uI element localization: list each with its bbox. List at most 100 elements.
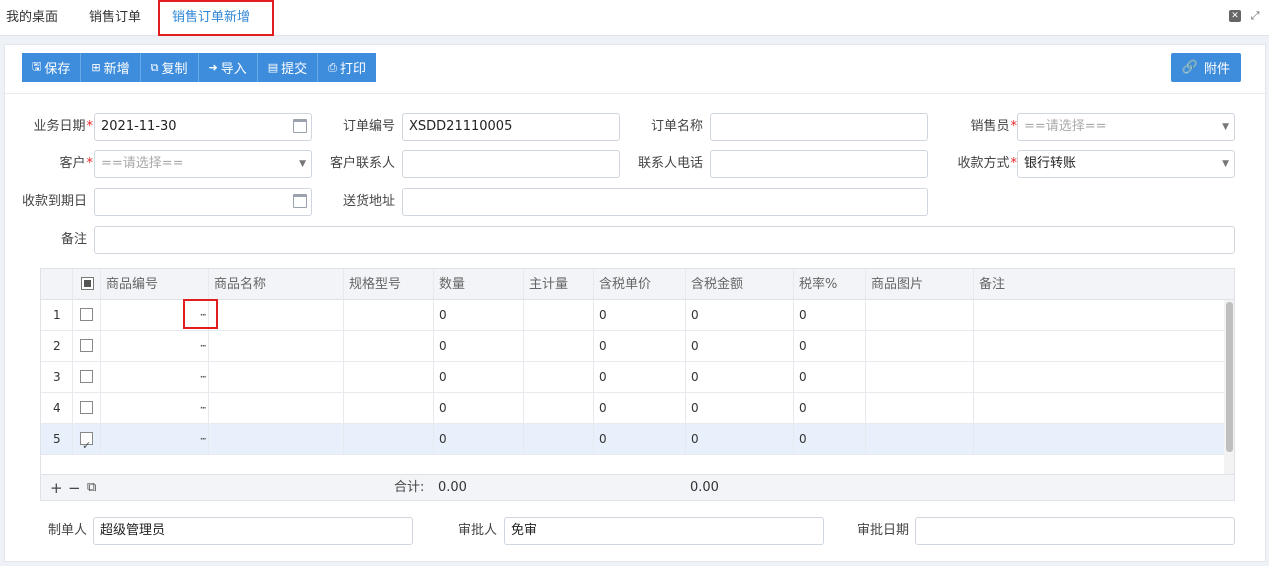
remark-cell[interactable]	[974, 393, 1224, 424]
amount-cell[interactable]: 0	[686, 331, 794, 362]
fullscreen-icon[interactable]: ⤢	[1249, 10, 1261, 22]
tax-cell[interactable]: 0	[794, 300, 866, 331]
col-tax-rate[interactable]: 税率%	[794, 269, 866, 300]
row-checkbox[interactable]	[73, 331, 101, 362]
salesman-select[interactable]: ==请选择== ▼	[1017, 113, 1235, 141]
address-field[interactable]	[402, 188, 928, 216]
goods-name-cell[interactable]	[209, 300, 344, 331]
goods-name-cell[interactable]	[209, 362, 344, 393]
save-button[interactable]: 🖫 保存	[22, 53, 82, 82]
calendar-icon[interactable]	[293, 119, 307, 133]
tax-cell[interactable]: 0	[794, 362, 866, 393]
col-qty[interactable]: 数量	[434, 269, 524, 300]
remark-cell[interactable]	[974, 331, 1224, 362]
print-button[interactable]: ⎙ 打印	[318, 53, 376, 82]
col-goods-code[interactable]: 商品编号	[101, 269, 209, 300]
col-unit[interactable]: 主计量	[524, 269, 594, 300]
price-cell[interactable]: 0	[594, 300, 686, 331]
col-remark[interactable]: 备注	[974, 269, 1224, 300]
pay-method-select[interactable]: 银行转账 ▼	[1017, 150, 1235, 178]
goods-name-cell[interactable]	[209, 331, 344, 362]
table-row[interactable]: 5 ··· 0 0 0 0	[41, 424, 1224, 461]
goods-code-cell[interactable]: ···	[101, 362, 209, 393]
image-cell[interactable]	[866, 362, 974, 393]
minus-icon[interactable]: −	[68, 479, 81, 497]
more-icon[interactable]: ···	[200, 362, 208, 393]
goods-code-cell[interactable]: ···	[101, 331, 209, 362]
tab-sales-order[interactable]: 销售订单	[83, 0, 147, 36]
close-all-icon[interactable]: ✕	[1229, 10, 1241, 22]
tax-cell[interactable]: 0	[794, 424, 866, 455]
col-amount[interactable]: 含税金额	[686, 269, 794, 300]
image-cell[interactable]	[866, 393, 974, 424]
copy-row-icon[interactable]: ⧉	[87, 479, 96, 497]
grid-scrollbar-thumb[interactable]	[1226, 302, 1233, 452]
qty-cell[interactable]: 0	[434, 424, 524, 455]
remark-field[interactable]	[94, 226, 1235, 254]
spec-cell[interactable]	[344, 424, 434, 455]
table-row[interactable]: 2 ··· 0 0 0 0	[41, 331, 1224, 362]
row-checkbox[interactable]	[73, 362, 101, 393]
price-cell[interactable]: 0	[594, 362, 686, 393]
copy-button[interactable]: ⧉ 复制	[140, 53, 199, 82]
goods-code-cell[interactable]: ···	[101, 424, 209, 455]
price-cell[interactable]: 0	[594, 424, 686, 455]
calendar-icon[interactable]	[293, 194, 307, 208]
col-price[interactable]: 含税单价	[594, 269, 686, 300]
submit-button[interactable]: ▤ 提交	[257, 53, 319, 82]
maker-field[interactable]: 超级管理员	[93, 517, 413, 545]
remark-cell[interactable]	[974, 362, 1224, 393]
table-row[interactable]: 1 ··· 0 0 0 0	[41, 300, 1224, 331]
image-cell[interactable]	[866, 331, 974, 362]
table-row[interactable]: 3 ··· 0 0 0 0	[41, 362, 1224, 393]
unit-cell[interactable]	[524, 362, 594, 393]
more-icon[interactable]: ···	[200, 331, 208, 362]
goods-name-cell[interactable]	[209, 393, 344, 424]
col-goods-name[interactable]: 商品名称	[209, 269, 344, 300]
attachment-button[interactable]: 🔗 附件	[1170, 53, 1241, 82]
add-button[interactable]: ⊞ 新增	[81, 53, 141, 82]
import-button[interactable]: ➜ 导入	[198, 53, 258, 82]
unit-cell[interactable]	[524, 331, 594, 362]
amount-cell[interactable]: 0	[686, 362, 794, 393]
goods-name-cell[interactable]	[209, 424, 344, 455]
tax-cell[interactable]: 0	[794, 331, 866, 362]
row-checkbox[interactable]	[73, 393, 101, 424]
col-image[interactable]: 商品图片	[866, 269, 974, 300]
table-row[interactable]: 4 ··· 0 0 0 0	[41, 393, 1224, 424]
qty-cell[interactable]: 0	[434, 331, 524, 362]
approver-field[interactable]: 免审	[504, 517, 824, 545]
tab-my-desktop[interactable]: 我的桌面	[0, 0, 64, 36]
spec-cell[interactable]	[344, 393, 434, 424]
phone-field[interactable]	[710, 150, 928, 178]
row-checkbox[interactable]	[73, 300, 101, 331]
col-spec[interactable]: 规格型号	[344, 269, 434, 300]
order-name-field[interactable]	[710, 113, 928, 141]
unit-cell[interactable]	[524, 393, 594, 424]
spec-cell[interactable]	[344, 300, 434, 331]
tax-cell[interactable]: 0	[794, 393, 866, 424]
qty-cell[interactable]: 0	[434, 300, 524, 331]
amount-cell[interactable]: 0	[686, 393, 794, 424]
customer-select[interactable]: ==请选择== ▼	[94, 150, 312, 178]
more-icon[interactable]: ···	[200, 393, 208, 424]
remark-cell[interactable]	[974, 300, 1224, 331]
unit-cell[interactable]	[524, 424, 594, 455]
order-no-field[interactable]: XSDD21110005	[402, 113, 620, 141]
remark-cell[interactable]	[974, 424, 1224, 455]
amount-cell[interactable]: 0	[686, 300, 794, 331]
price-cell[interactable]: 0	[594, 331, 686, 362]
qty-cell[interactable]: 0	[434, 393, 524, 424]
more-icon[interactable]: ···	[200, 424, 208, 455]
unit-cell[interactable]	[524, 300, 594, 331]
qty-cell[interactable]: 0	[434, 362, 524, 393]
approve-date-field[interactable]	[915, 517, 1235, 545]
due-date-field[interactable]	[94, 188, 312, 216]
price-cell[interactable]: 0	[594, 393, 686, 424]
select-all-checkbox[interactable]	[73, 269, 101, 300]
amount-cell[interactable]: 0	[686, 424, 794, 455]
row-checkbox[interactable]	[73, 424, 101, 461]
spec-cell[interactable]	[344, 331, 434, 362]
goods-code-cell[interactable]: ···	[101, 393, 209, 424]
plus-icon[interactable]: +	[50, 479, 63, 497]
